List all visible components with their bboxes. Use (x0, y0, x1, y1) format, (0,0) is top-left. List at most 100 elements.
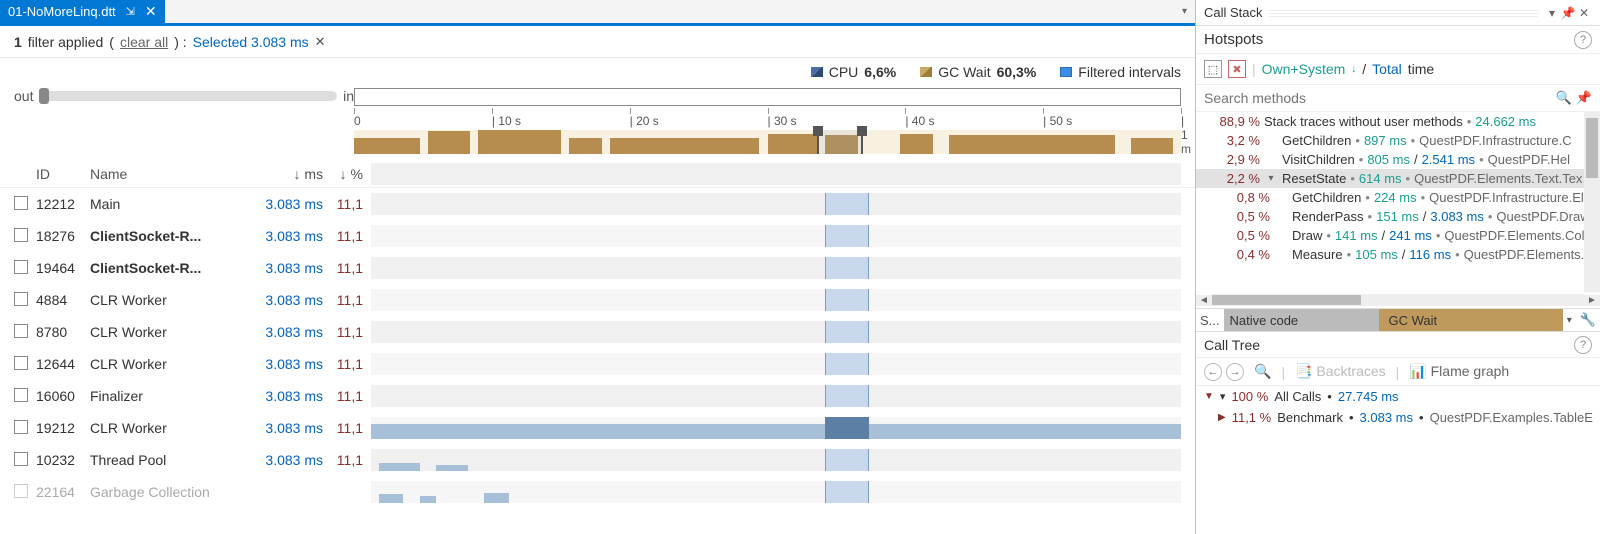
ruler-tick: | 50 s (1043, 108, 1072, 128)
thread-track[interactable] (371, 417, 1181, 439)
thread-ms: 3.083 ms (245, 388, 323, 404)
filtered-swatch-icon (1060, 67, 1072, 77)
thread-pct: 11,1 (323, 228, 363, 244)
thread-track[interactable] (371, 481, 1181, 503)
scope-icon-1[interactable]: ⬚ (1204, 60, 1222, 78)
total-link[interactable]: Total (1372, 61, 1402, 77)
native-segment[interactable]: Native code (1224, 309, 1379, 331)
search-icon[interactable]: 🔍 (1254, 363, 1271, 380)
thread-row[interactable]: 22164Garbage Collection (0, 476, 1195, 508)
nav-fwd-icon[interactable]: → (1226, 363, 1244, 381)
hotspot-row[interactable]: 88,9 %Stack traces without user methods … (1196, 112, 1600, 131)
hotspot-row[interactable]: 2,9 %VisitChildren • 805 ms / 2.541 ms •… (1196, 150, 1600, 169)
thread-track[interactable] (371, 449, 1181, 471)
expand-icon[interactable]: ▾ (1264, 173, 1278, 184)
call-tree-row[interactable]: ▼ ▾ 100 % All Calls • 27.745 ms (1196, 386, 1600, 407)
thread-row[interactable]: 16060Finalizer3.083 ms11,1 (0, 380, 1195, 412)
own-system-link[interactable]: Own+System (1262, 61, 1346, 77)
thread-row[interactable]: 12644CLR Worker3.083 ms11,1 (0, 348, 1195, 380)
pin-panel-icon[interactable]: 📌 (1560, 6, 1576, 20)
thread-checkbox[interactable] (14, 228, 28, 242)
thread-row[interactable]: 12212Main3.083 ms11,1 (0, 188, 1195, 220)
backtraces-button[interactable]: 📑 Backtraces (1295, 363, 1386, 380)
thread-row[interactable]: 4884CLR Worker3.083 ms11,1 (0, 284, 1195, 316)
thread-checkbox[interactable] (14, 388, 28, 402)
ruler-tick: | 20 s (630, 108, 659, 128)
thread-checkbox[interactable] (14, 452, 28, 466)
nav-back-icon[interactable]: ← (1204, 363, 1222, 381)
thread-row[interactable]: 10232Thread Pool3.083 ms11,1 (0, 444, 1195, 476)
scope-icon-2[interactable]: ✖ (1228, 60, 1246, 78)
search-options-icon[interactable]: 🔍 (1556, 90, 1572, 106)
col-ms-header[interactable]: ↓ ms (245, 166, 323, 182)
tab-overflow-icon[interactable]: ▾ (1174, 6, 1195, 17)
hotspot-row[interactable]: 0,4 %Measure • 105 ms / 116 ms • QuestPD… (1196, 245, 1600, 264)
col-pct-header[interactable]: ↓ % (323, 166, 363, 182)
thread-checkbox[interactable] (14, 356, 28, 370)
zoom-in-label: in (343, 88, 354, 104)
thread-ms: 3.083 ms (245, 356, 323, 372)
thread-track[interactable] (371, 289, 1181, 311)
thread-track[interactable] (371, 385, 1181, 407)
summary-menu-icon[interactable]: ▾ (1563, 315, 1576, 326)
thread-checkbox[interactable] (14, 292, 28, 306)
filter-bar: 1 filter applied (clear all) : Selected … (0, 26, 1195, 58)
document-tab[interactable]: 01-NoMoreLinq.dtt ⇲ ✕ (0, 0, 165, 23)
hotspot-row[interactable]: 0,8 %GetChildren • 224 ms • QuestPDF.Inf… (1196, 188, 1600, 207)
gc-swatch-icon (920, 67, 932, 77)
gc-segment[interactable]: GC Wait (1379, 309, 1563, 331)
selected-filter-link[interactable]: Selected 3.083 ms (193, 34, 309, 50)
zoom-slider-thumb[interactable] (39, 88, 49, 104)
help-icon[interactable]: ? (1574, 31, 1592, 49)
thread-ms: 3.083 ms (245, 260, 323, 276)
funnel-icon[interactable]: ▾ (1220, 390, 1226, 403)
thread-row[interactable]: 19212CLR Worker3.083 ms11,1 (0, 412, 1195, 444)
timeline-zone: out in 0| 10 s| 20 s| 30 s| 40 s| 50 s| … (0, 86, 1195, 154)
thread-row[interactable]: 8780CLR Worker3.083 ms11,1 (0, 316, 1195, 348)
hotspot-row[interactable]: 3,2 %GetChildren • 897 ms • QuestPDF.Inf… (1196, 131, 1600, 150)
col-id-header[interactable]: ID (36, 166, 90, 182)
thread-row[interactable]: 19464ClientSocket-R...3.083 ms11,1 (0, 252, 1195, 284)
hotspot-row[interactable]: 0,5 %Draw • 141 ms / 241 ms • QuestPDF.E… (1196, 226, 1600, 245)
thread-track[interactable] (371, 225, 1181, 247)
zoom-slider-track[interactable] (39, 91, 337, 101)
help-icon[interactable]: ? (1574, 336, 1592, 354)
flame-graph-button[interactable]: 📊 Flame graph (1409, 363, 1509, 380)
panel-menu-icon[interactable]: ▾ (1544, 6, 1560, 20)
hotspots-list: 88,9 %Stack traces without user methods … (1196, 112, 1600, 292)
close-tab-icon[interactable]: ✕ (145, 3, 157, 20)
thread-ms: 3.083 ms (245, 292, 323, 308)
thread-checkbox[interactable] (14, 484, 28, 498)
hotspot-row[interactable]: 2,2 %▾ResetState • 614 ms • QuestPDF.Ele… (1196, 169, 1600, 188)
ruler-tick: | 1 m (1181, 108, 1191, 156)
horizontal-scrollbar[interactable]: ◄► (1196, 292, 1600, 308)
vertical-scrollbar[interactable] (1584, 112, 1600, 292)
thread-track[interactable] (371, 257, 1181, 279)
search-input[interactable] (1204, 90, 1552, 106)
thread-name: ClientSocket-R... (90, 228, 245, 244)
panel-grip[interactable] (1269, 9, 1538, 17)
thread-track[interactable] (371, 321, 1181, 343)
thread-row[interactable]: 18276ClientSocket-R...3.083 ms11,1 (0, 220, 1195, 252)
zoom-control[interactable]: out in (14, 88, 354, 104)
close-panel-icon[interactable]: ✕ (1576, 6, 1592, 20)
thread-track[interactable] (371, 193, 1181, 215)
thread-checkbox[interactable] (14, 420, 28, 434)
thread-checkbox[interactable] (14, 324, 28, 338)
remove-filter-icon[interactable]: ✕ (315, 34, 326, 50)
settings-icon[interactable]: 🔧 (1576, 312, 1600, 328)
thread-id: 16060 (36, 388, 90, 404)
hotspot-row[interactable]: 0,5 %RenderPass • 151 ms / 3.083 ms • Qu… (1196, 207, 1600, 226)
col-name-header[interactable]: Name (90, 166, 245, 182)
thread-pct: 11,1 (323, 388, 363, 404)
gc-overview-band[interactable] (354, 130, 1181, 154)
clear-all-link[interactable]: clear all (120, 34, 168, 50)
thread-checkbox[interactable] (14, 196, 28, 210)
thread-checkbox[interactable] (14, 260, 28, 274)
pin-icon[interactable]: ⇲ (126, 5, 135, 18)
overview-strip[interactable] (354, 88, 1181, 106)
pin-search-icon[interactable]: 📌 (1576, 90, 1592, 106)
call-tree-row[interactable]: ▶ 11,1 % Benchmark • 3.083 ms • QuestPDF… (1196, 407, 1600, 428)
tab-title: 01-NoMoreLinq.dtt (8, 4, 116, 19)
thread-track[interactable] (371, 353, 1181, 375)
